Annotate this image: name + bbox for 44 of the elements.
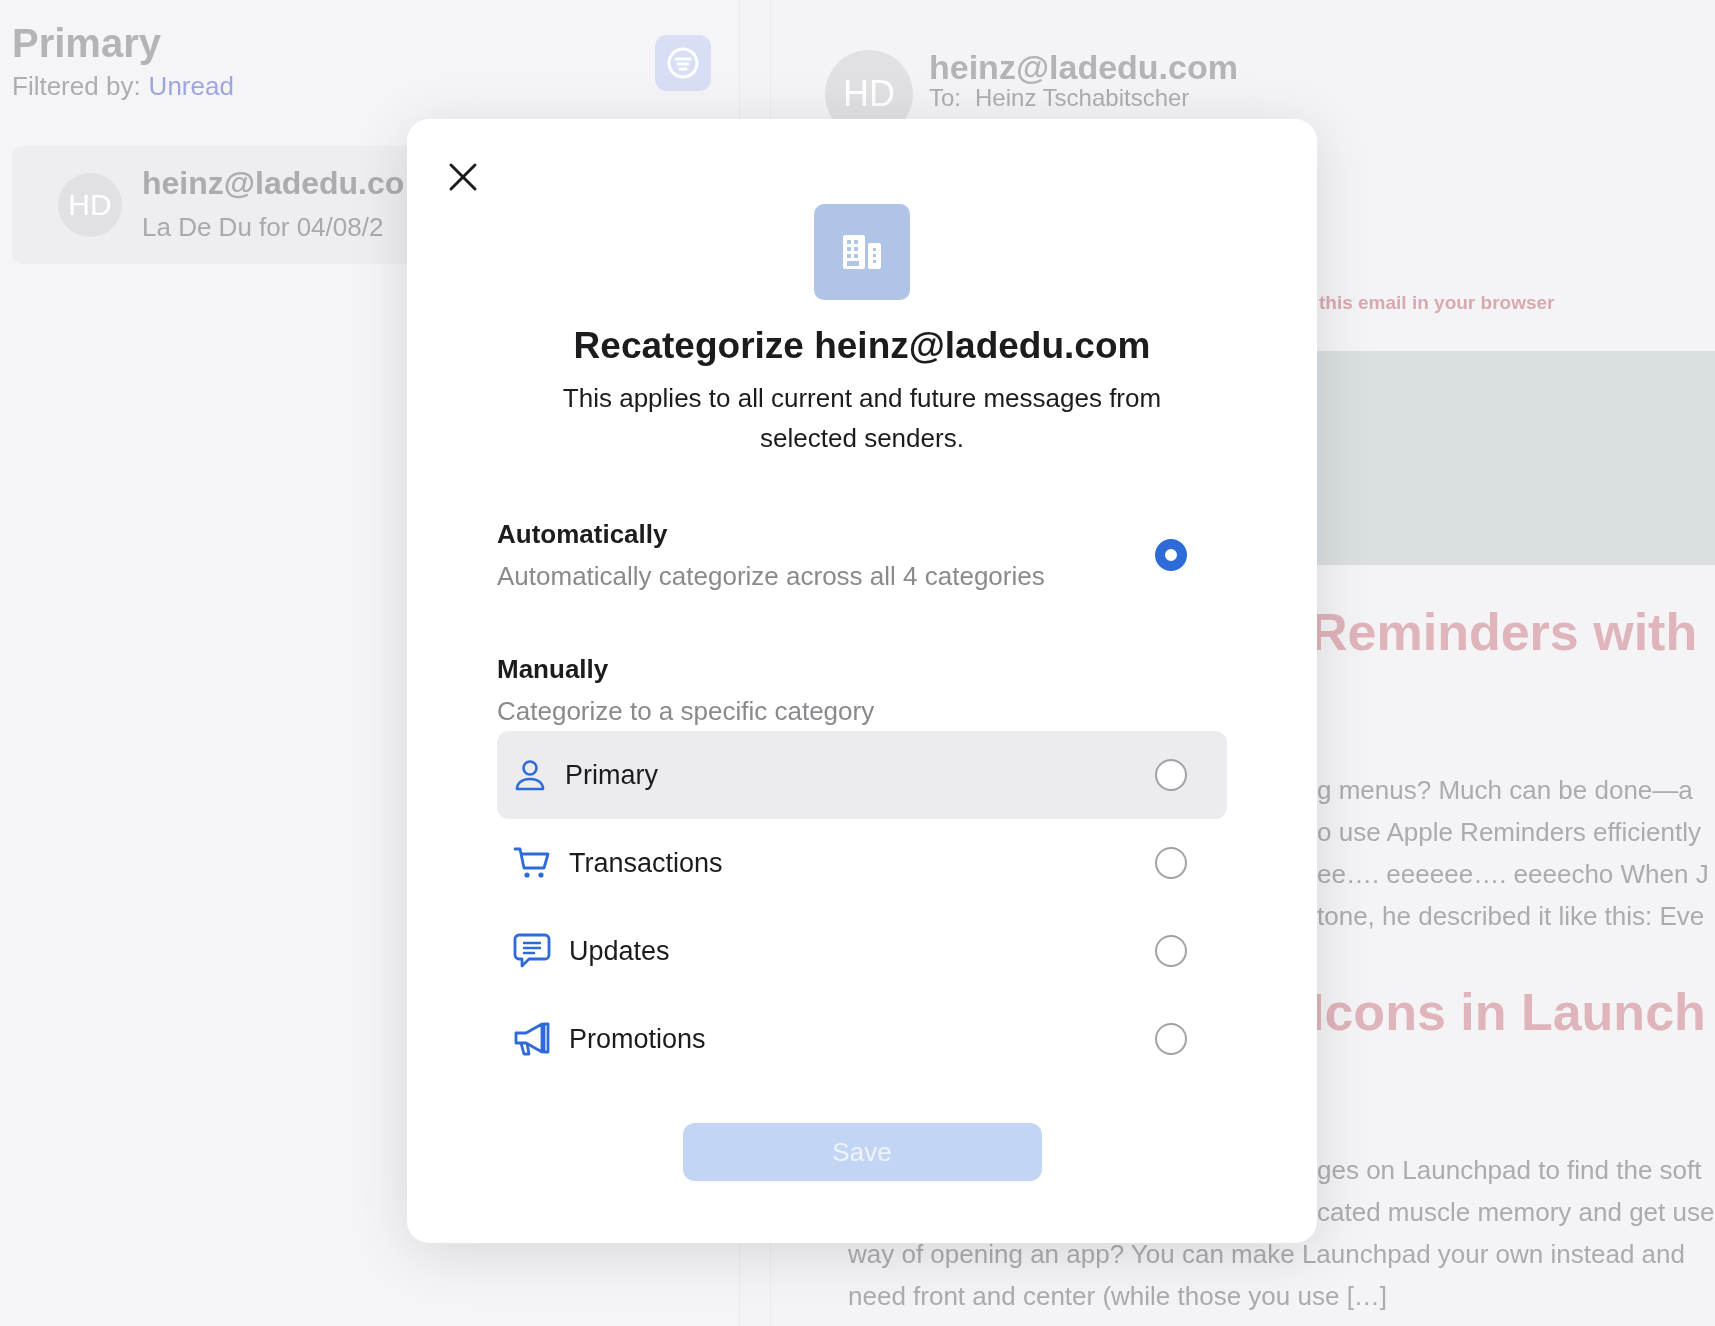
category-label: Transactions: [569, 847, 724, 879]
megaphone-icon: [513, 1021, 551, 1057]
option-label: Manually: [497, 653, 610, 686]
article-text: cated muscle memory and get use: [1317, 1196, 1715, 1229]
close-icon: [448, 162, 478, 192]
article-text: tone, he described it like this: Eve: [1317, 900, 1706, 933]
cart-icon: [513, 846, 551, 880]
article-text: o use Apple Reminders efficiently: [1317, 816, 1702, 849]
chat-icon: [513, 933, 551, 969]
filter-button[interactable]: [655, 35, 711, 91]
dialog-description: This applies to all current and future messages from selected senders.: [561, 382, 1163, 455]
radio-button[interactable]: [1155, 847, 1187, 879]
message-sender: heinz@ladedu.co: [142, 164, 405, 203]
pane-title: Primary: [12, 20, 162, 66]
sender-name: heinz@ladedu.com: [929, 50, 1238, 84]
article-text: ee…. eeeeee…. eeeecho When J: [1317, 858, 1710, 891]
filter-icon: [666, 46, 700, 80]
article-text: need front and center (while those you use […]: [848, 1280, 1389, 1313]
article-text: way of opening an app? You can make Launchpad your own instead and: [848, 1238, 1686, 1271]
filter-label: Filtered by:: [12, 70, 141, 103]
to-label: To:: [929, 84, 961, 112]
category-row[interactable]: Transactions: [497, 819, 1227, 907]
option-description: Categorize to a specific category: [497, 695, 876, 728]
radio-button[interactable]: [1155, 539, 1187, 571]
radio-button[interactable]: [1155, 1023, 1187, 1055]
article-text: g menus? Much can be done—a: [1317, 774, 1694, 807]
radio-button[interactable]: [1155, 759, 1187, 791]
category-row[interactable]: Updates: [497, 907, 1227, 995]
person-icon: [513, 758, 547, 792]
category-label: Promotions: [569, 1023, 707, 1055]
category-row[interactable]: Primary: [497, 731, 1227, 819]
recipient-name: Heinz Tschabitscher: [975, 84, 1190, 112]
article-text: ges on Launchpad to find the soft: [1317, 1154, 1703, 1187]
category-row[interactable]: Promotions: [497, 995, 1227, 1083]
option-description: Automatically categorize across all 4 categories: [497, 560, 1045, 593]
radio-button[interactable]: [1155, 935, 1187, 967]
category-label: Primary: [565, 759, 659, 791]
message-subject: La De Du for 04/08/2: [142, 211, 385, 244]
option-label: Automatically: [497, 518, 669, 551]
building-icon: [842, 234, 882, 270]
article-heading: Reminders with: [1310, 602, 1699, 663]
dialog-title: Recategorize heinz@ladedu.com: [572, 324, 1152, 368]
category-label: Updates: [569, 935, 671, 967]
close-button[interactable]: [447, 161, 479, 193]
